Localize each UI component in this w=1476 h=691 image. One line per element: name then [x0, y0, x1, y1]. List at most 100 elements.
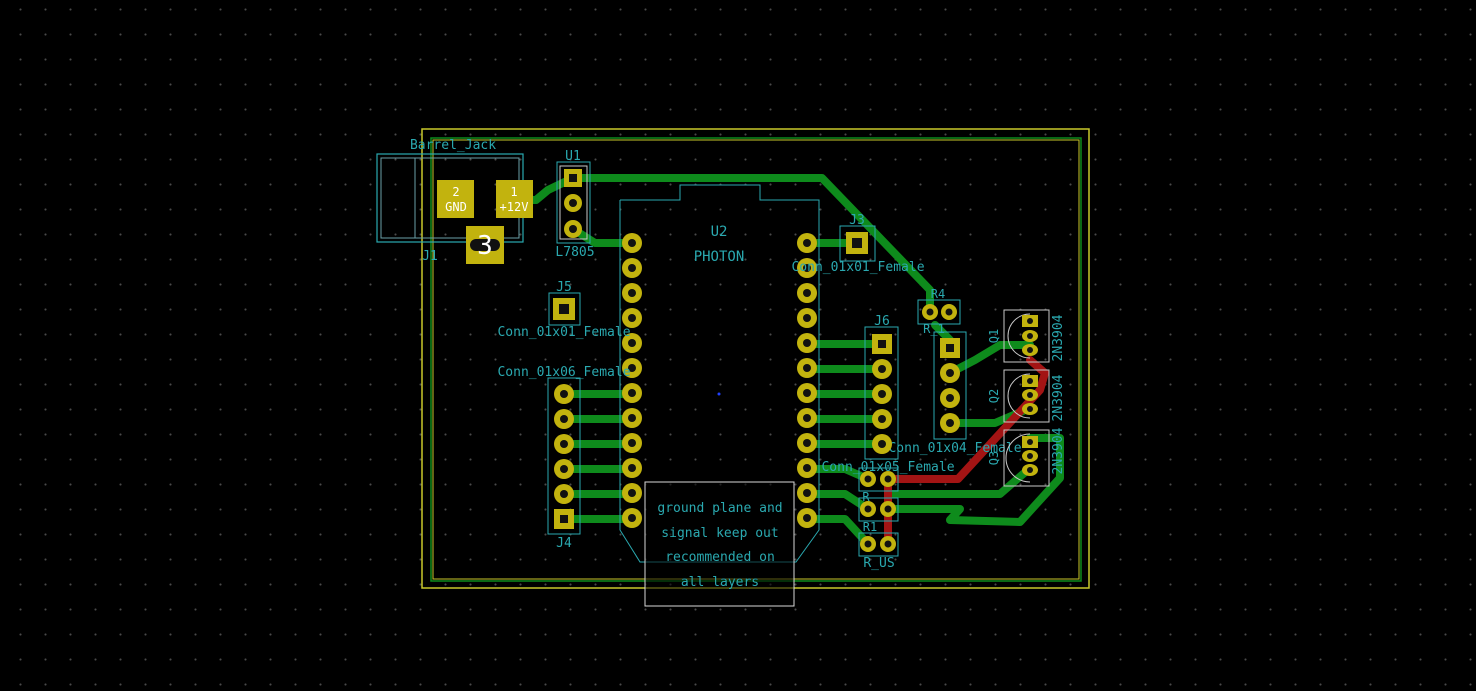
- q1-pad3-hole: [1027, 347, 1033, 353]
- q1-value: 2N3904: [1051, 314, 1066, 361]
- pad2-number: 2: [452, 185, 459, 199]
- j6-pins: [872, 334, 892, 454]
- pcb-drawing[interactable]: Barrel_Jack J1 2 GND 1 +12V 3 U1 L7805 U…: [0, 0, 1476, 691]
- u2-right-pin-3-hole: [803, 289, 811, 297]
- j5-pad1-hole: [559, 304, 569, 314]
- keepout-line-4: all layers: [681, 575, 759, 590]
- q1-pad2-hole: [1027, 333, 1033, 339]
- r1-pad2-hole: [884, 505, 892, 513]
- connector-j5[interactable]: J5 Conn_01x01_Female: [497, 280, 630, 340]
- q2-pad2-hole: [1027, 392, 1033, 398]
- u2-right-pin-8-hole: [803, 414, 811, 422]
- r4-pad1-hole: [926, 308, 934, 316]
- u2-left-pin-11-hole: [628, 489, 636, 497]
- pad1-number: 1: [510, 185, 517, 199]
- resistor-r4[interactable]: R4 R_1: [917, 287, 961, 336]
- u2-right-pin-11-hole: [803, 489, 811, 497]
- keepout-line-1: ground plane and: [657, 501, 782, 516]
- j4-pin-5-hole: [560, 490, 568, 498]
- j4-value: Conn_01x06_Female: [497, 365, 630, 380]
- q3-pad3-hole: [1027, 467, 1033, 473]
- q1-ref: Q1: [987, 329, 1001, 343]
- j5-ref: J5: [556, 280, 572, 295]
- r-us-pad1-hole: [864, 540, 872, 548]
- u2-left-pin-3-hole: [628, 289, 636, 297]
- r4-pad2-hole: [945, 308, 953, 316]
- j6-pin-2-hole: [878, 365, 886, 373]
- regulator-u1[interactable]: U1 L7805: [555, 149, 594, 260]
- pcb-canvas[interactable]: Barrel_Jack J1 2 GND 1 +12V 3 U1 L7805 U…: [0, 0, 1476, 691]
- u2-left-pin-8-hole: [628, 414, 636, 422]
- u2-right-pin-12-hole: [803, 514, 811, 522]
- j2-pin-3-hole: [946, 394, 954, 402]
- u2-left-pin-12-hole: [628, 514, 636, 522]
- q1-pad1-hole: [1027, 318, 1033, 324]
- j6-pin-1-hole: [878, 340, 886, 348]
- q2-pad3-hole: [1027, 406, 1033, 412]
- u2-right-pin-9-hole: [803, 439, 811, 447]
- u2-right-pin-4-hole: [803, 314, 811, 322]
- keepout-line-3: recommended on: [665, 550, 775, 565]
- transistor-q2[interactable]: Q2 2N3904: [987, 369, 1066, 423]
- u2-ref: U2: [711, 224, 728, 240]
- transistor-q1[interactable]: Q1 2N3904: [987, 309, 1066, 363]
- trace-q1: [946, 341, 1034, 377]
- u1-pad3-hole: [569, 225, 577, 233]
- j4-pin-1-hole: [560, 390, 568, 398]
- r4-ref: R4: [931, 287, 945, 301]
- u2-right-pin-6-hole: [803, 364, 811, 372]
- q3-pad2-hole: [1027, 453, 1033, 459]
- r-pad2-hole: [884, 475, 892, 483]
- u2-left-pin-5-hole: [628, 339, 636, 347]
- u2-right-pin-10-hole: [803, 464, 811, 472]
- u2-left-pin-2-hole: [628, 264, 636, 272]
- r-pad1-hole: [864, 475, 872, 483]
- barrel-jack-label: Barrel_Jack: [410, 138, 496, 153]
- r-us-pad2-hole: [884, 540, 892, 548]
- j6-pin-5-hole: [878, 440, 886, 448]
- q2-pad1-hole: [1027, 378, 1033, 384]
- j4-pin-3-hole: [560, 440, 568, 448]
- u2-anchor: [717, 392, 721, 396]
- barrel-jack[interactable]: Barrel_Jack J1 2 GND 1 +12V 3: [376, 138, 533, 264]
- keepout-note: ground plane and signal keep out recomme…: [644, 481, 795, 607]
- u2-right-pin-7-hole: [803, 389, 811, 397]
- u1-ref: U1: [565, 149, 581, 164]
- j4-pin-2-hole: [560, 415, 568, 423]
- q2-value: 2N3904: [1051, 374, 1066, 421]
- q2-ref: Q2: [987, 389, 1001, 403]
- j4-ref: J4: [556, 536, 572, 551]
- j4-pin-4-hole: [560, 465, 568, 473]
- j5-value: Conn_01x01_Female: [497, 325, 630, 340]
- q3-value: 2N3904: [1051, 427, 1066, 474]
- r1-ref: R1: [863, 520, 877, 534]
- u1-pad2-hole: [569, 199, 577, 207]
- r-us-value: R_US: [863, 556, 894, 571]
- barrel-jack-ref: J1: [422, 249, 438, 264]
- j2-pin-2-hole: [946, 369, 954, 377]
- j2-pin-4-hole: [946, 419, 954, 427]
- u2-left-pin-10-hole: [628, 464, 636, 472]
- j3-value: Conn_01x01_Female: [791, 260, 924, 275]
- j6-pin-4-hole: [878, 415, 886, 423]
- u2-left-pin-7-hole: [628, 389, 636, 397]
- pad3-number: 3: [477, 231, 493, 261]
- u2-right-pin-5-hole: [803, 339, 811, 347]
- resistor-r-us[interactable]: R_US: [858, 532, 899, 571]
- j4-pin-6-hole: [560, 515, 568, 523]
- j6-ref: J6: [874, 314, 890, 329]
- q3-pad1-hole: [1027, 439, 1033, 445]
- pad1-net: +12V: [500, 200, 529, 214]
- j3-ref: J3: [849, 213, 865, 228]
- j6-pin-3-hole: [878, 390, 886, 398]
- u2-left-pin-4-hole: [628, 314, 636, 322]
- resistor-r1[interactable]: R1: [858, 497, 899, 534]
- j4-pins: [554, 384, 574, 529]
- r4-value: R_1: [923, 322, 945, 336]
- j3-pad1-hole: [852, 238, 862, 248]
- keepout-line-2: signal keep out: [661, 526, 778, 541]
- u1-value: L7805: [555, 245, 594, 260]
- q3-ref: Q3: [987, 451, 1001, 465]
- j6-value: Conn_01x04_Female: [888, 441, 1021, 456]
- u1-pad1-hole: [569, 174, 577, 182]
